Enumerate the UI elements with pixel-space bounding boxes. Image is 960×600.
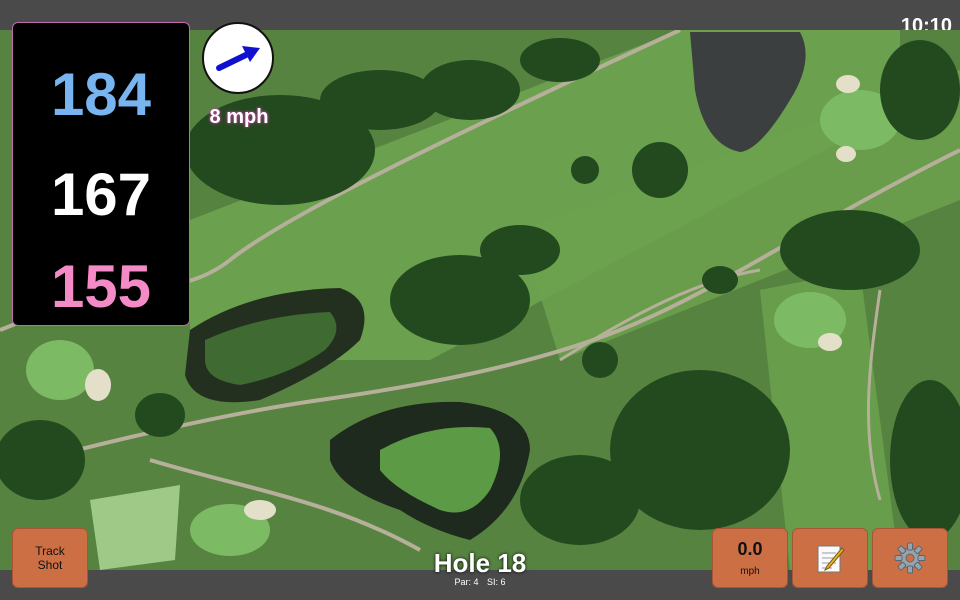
- speed-unit: mph: [740, 566, 760, 577]
- notepad-icon: [817, 545, 845, 573]
- wind-speed-label: 8 mph: [209, 106, 269, 128]
- wind-direction-arrow-icon: [202, 22, 274, 94]
- track-shot-label-line2: Shot: [37, 558, 63, 572]
- distance-panel: 184 167 155: [12, 22, 190, 326]
- hole-title: Hole 18: [433, 548, 527, 578]
- gear-icon: [894, 542, 926, 574]
- track-shot-label-line1: Track: [35, 544, 65, 558]
- hole-info: Par: 4 SI: 6: [380, 577, 580, 587]
- speed-value: 0.0: [737, 539, 763, 559]
- settings-button[interactable]: [872, 528, 948, 588]
- front-of-green-distance: 155: [50, 253, 152, 320]
- wind-arrow-graphic: [216, 46, 260, 71]
- back-of-green-distance: 184: [50, 61, 152, 128]
- speed-button[interactable]: 0.0 mph: [712, 528, 788, 588]
- track-shot-button[interactable]: Track Shot: [12, 528, 88, 588]
- scorecard-notes-button[interactable]: [792, 528, 868, 588]
- par-label: Par: 4: [454, 577, 479, 587]
- stroke-index-label: SI: 6: [487, 577, 506, 587]
- middle-of-green-distance: 167: [50, 161, 152, 228]
